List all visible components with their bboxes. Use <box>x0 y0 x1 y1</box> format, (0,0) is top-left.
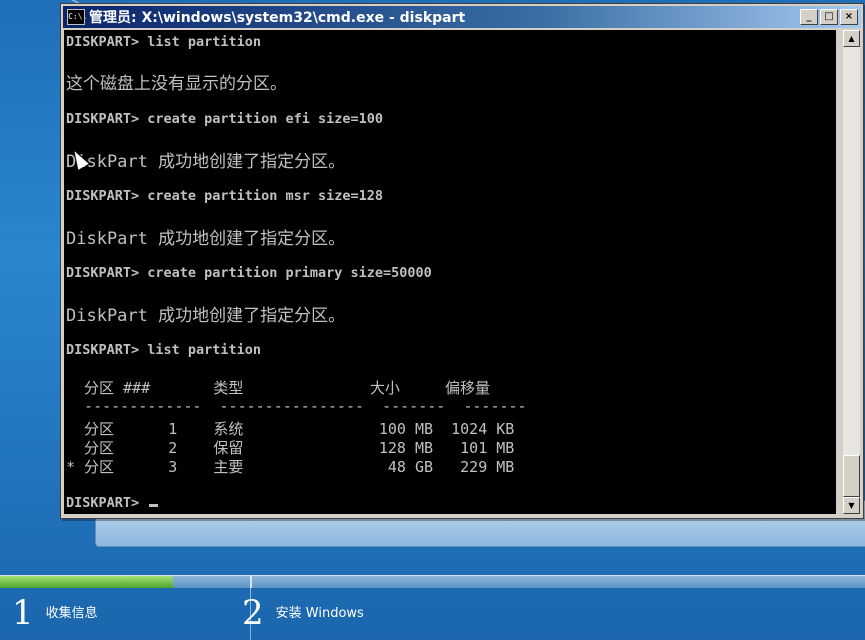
minimize-button[interactable]: _ <box>800 9 818 25</box>
console-line: DiskPart 成功地创建了指定分区。 <box>66 306 346 326</box>
step-label: 安装 Windows <box>275 606 364 621</box>
vertical-scrollbar[interactable]: ▲ ▼ <box>843 30 860 514</box>
table-row: 分区 2 保留 128 MB 101 MB <box>66 439 515 457</box>
step-number: 2 <box>242 593 264 633</box>
prompt-text: DISKPART> <box>66 495 148 511</box>
step-label: 收集信息 <box>45 606 98 621</box>
console-line: DiskPart 成功地创建了指定分区。 <box>66 152 346 172</box>
title-bar[interactable]: C:\. 管理员: X:\windows\system32\cmd.exe - … <box>63 6 861 28</box>
scroll-down-icon[interactable]: ▼ <box>843 497 860 514</box>
table-header: 分区 ### 类型 大小 偏移量 <box>66 379 490 397</box>
console-output[interactable]: DISKPART> list partition 这个磁盘上没有显示的分区。 D… <box>64 30 836 514</box>
setup-step-2: 2 安装 Windows <box>242 594 364 632</box>
progress-fill <box>0 576 173 588</box>
table-row: * 分区 3 主要 48 GB 229 MB <box>66 458 515 476</box>
console-line: 这个磁盘上没有显示的分区。 <box>66 74 287 94</box>
cmd-icon[interactable]: C:\. <box>67 9 87 25</box>
scroll-up-icon[interactable]: ▲ <box>843 30 860 47</box>
table-divider: ------------- ---------------- ------- -… <box>66 397 527 415</box>
maximize-button[interactable]: □ <box>820 9 838 25</box>
scroll-thumb[interactable] <box>843 455 860 497</box>
console-line: DISKPART> list partition <box>66 34 262 50</box>
setup-progress-bar <box>0 575 865 588</box>
setup-step-1: 1 收集信息 <box>12 594 98 632</box>
step-number: 1 <box>12 593 34 633</box>
text-cursor <box>149 504 159 507</box>
console-line: DISKPART> create partition msr size=128 <box>66 188 383 204</box>
console-line: DISKPART> create partition primary size=… <box>66 265 432 281</box>
window-title: 管理员: X:\windows\system32\cmd.exe - diskp… <box>89 10 466 26</box>
console-line: DiskPart 成功地创建了指定分区。 <box>66 229 346 249</box>
close-button[interactable]: × <box>840 9 858 25</box>
console-line: DISKPART> create partition efi size=100 <box>66 111 383 127</box>
prompt-line[interactable]: DISKPART> <box>66 495 159 511</box>
cmd-window[interactable]: C:\. 管理员: X:\windows\system32\cmd.exe - … <box>60 3 864 519</box>
console-line: DISKPART> list partition <box>66 342 262 358</box>
table-row: 分区 1 系统 100 MB 1024 KB <box>66 420 515 438</box>
